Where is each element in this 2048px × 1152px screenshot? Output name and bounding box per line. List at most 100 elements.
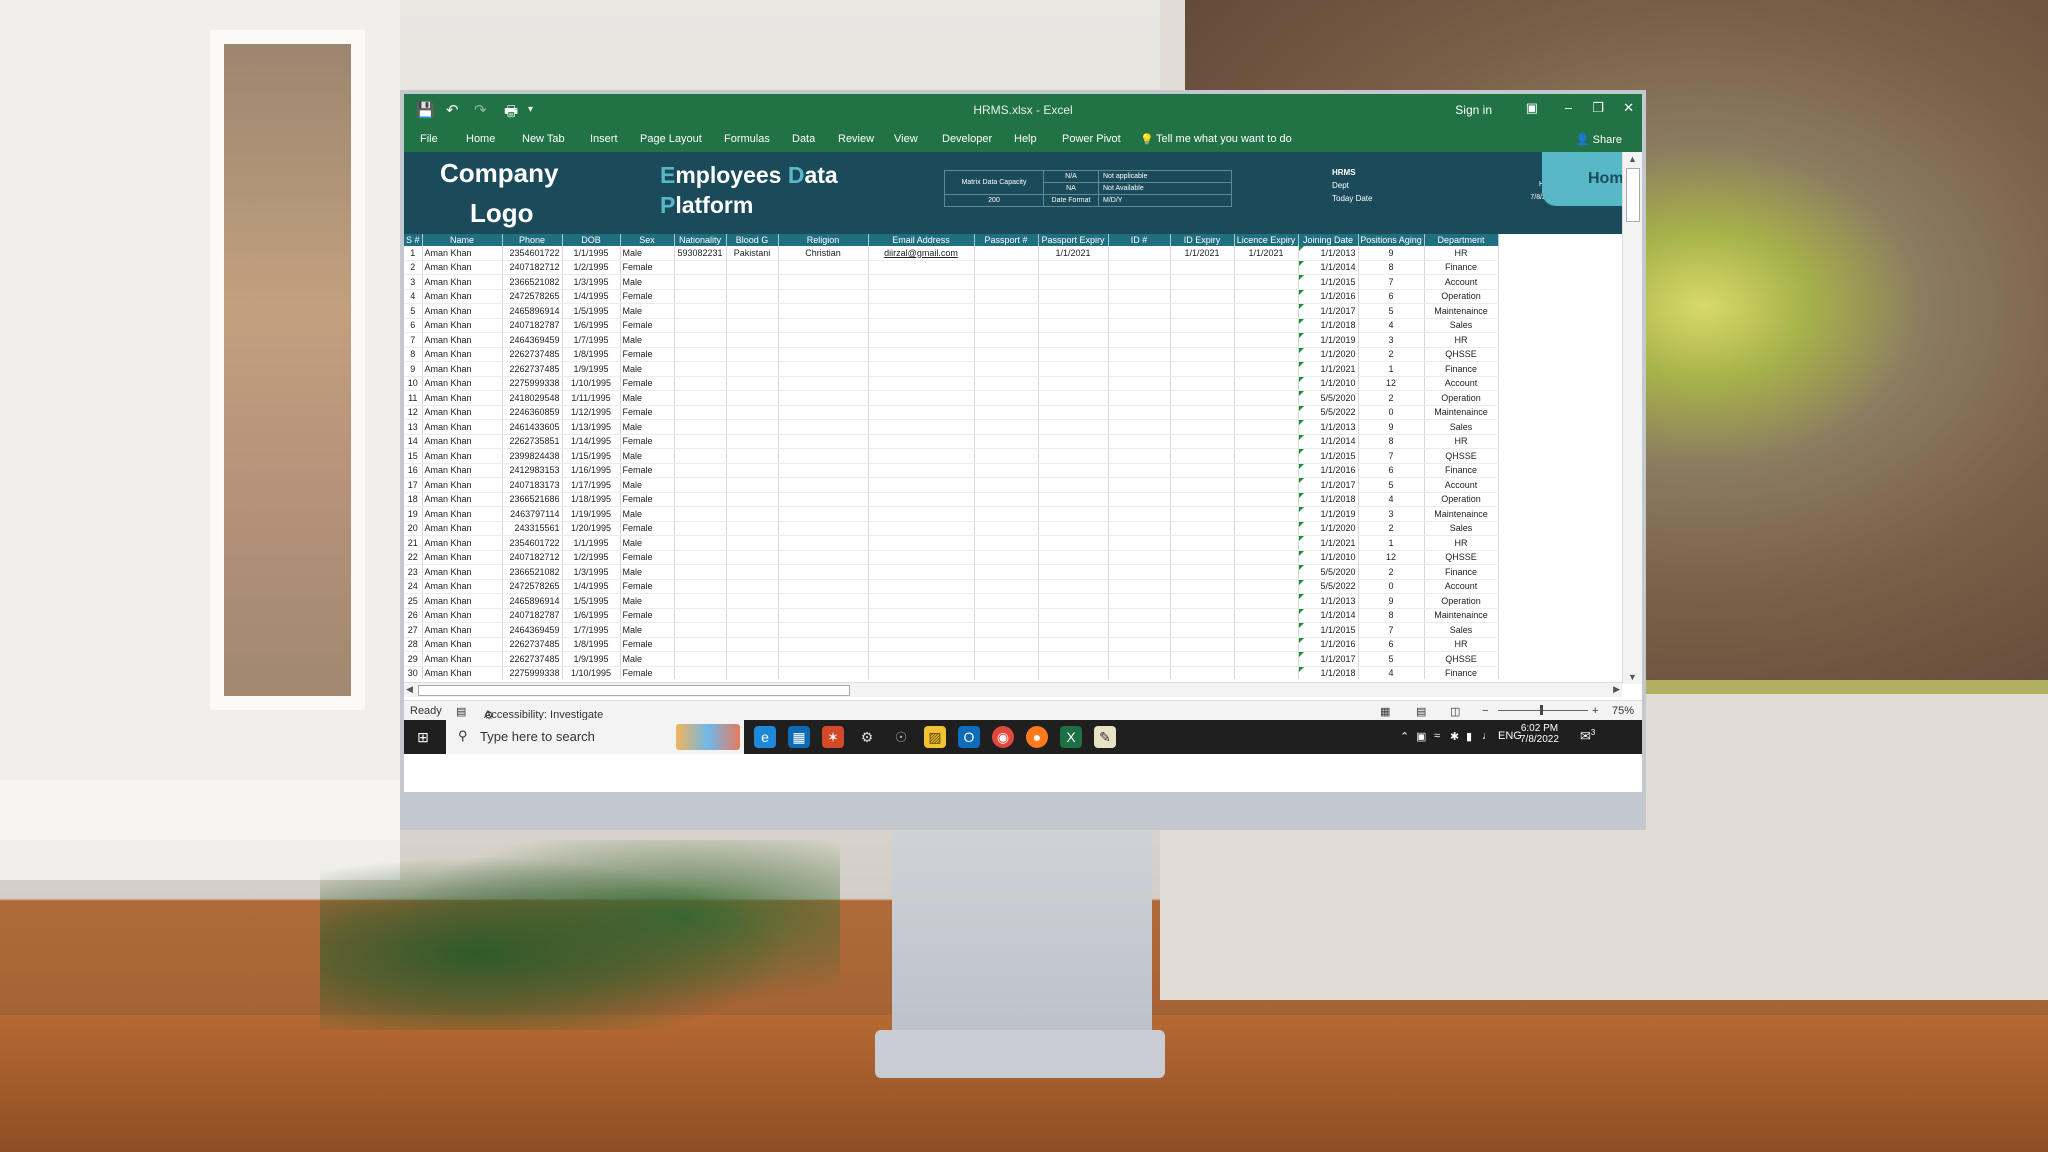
column-header[interactable]: Phone — [502, 234, 563, 246]
tab-view[interactable]: View — [894, 133, 918, 145]
table-cell[interactable]: 1 — [404, 246, 423, 261]
table-cell[interactable]: 1/2/1995 — [562, 550, 621, 565]
table-cell[interactable] — [778, 666, 869, 679]
table-cell[interactable] — [1234, 492, 1299, 507]
table-cell[interactable] — [1108, 332, 1171, 348]
table-cell[interactable] — [1108, 506, 1171, 522]
table-cell[interactable]: 1/1/2014 — [1298, 608, 1359, 623]
table-cell[interactable] — [1170, 303, 1235, 319]
table-cell[interactable]: 25 — [404, 593, 423, 609]
table-cell[interactable]: Aman Khan — [422, 622, 503, 638]
table-cell[interactable] — [778, 521, 869, 536]
table-cell[interactable]: 2262737485 — [502, 651, 563, 667]
table-cell[interactable] — [1038, 564, 1109, 580]
table-cell[interactable]: 12 — [1358, 550, 1425, 565]
table-cell[interactable]: 2366521082 — [502, 274, 563, 290]
table-cell[interactable] — [1108, 246, 1171, 261]
table-cell[interactable]: Maintenaince — [1424, 405, 1499, 420]
table-cell[interactable] — [974, 361, 1039, 377]
column-header[interactable]: ID # — [1108, 234, 1171, 246]
edge-icon[interactable]: e — [754, 726, 776, 748]
table-cell[interactable] — [1038, 419, 1109, 435]
scroll-down-icon[interactable]: ▼ — [1628, 672, 1637, 682]
table-cell[interactable]: 12 — [404, 405, 423, 420]
table-cell[interactable] — [726, 666, 779, 679]
column-header[interactable]: Passport Expiry — [1038, 234, 1109, 246]
table-cell[interactable]: 24 — [404, 579, 423, 594]
table-cell[interactable]: Male — [620, 361, 675, 377]
table-cell[interactable]: 2472578265 — [502, 289, 563, 304]
macro-record-icon[interactable]: ▤ — [456, 705, 466, 718]
table-cell[interactable] — [974, 564, 1039, 580]
table-cell[interactable]: 1/1/2010 — [1298, 376, 1359, 391]
table-cell[interactable] — [726, 274, 779, 290]
table-cell[interactable]: QHSSE — [1424, 347, 1499, 362]
table-cell[interactable]: Sales — [1424, 419, 1499, 435]
table-cell[interactable] — [1038, 289, 1109, 304]
table-cell[interactable]: HR — [1424, 637, 1499, 652]
table-cell[interactable]: 2366521686 — [502, 492, 563, 507]
table-cell[interactable]: 1/20/1995 — [562, 521, 621, 536]
table-cell[interactable]: 1/1/2018 — [1298, 666, 1359, 679]
table-cell[interactable] — [1038, 608, 1109, 623]
table-cell[interactable]: 1/1/2017 — [1298, 477, 1359, 493]
table-cell[interactable]: 1/1/2016 — [1298, 637, 1359, 652]
zoom-slider-handle[interactable] — [1540, 705, 1543, 715]
table-cell[interactable] — [974, 303, 1039, 319]
zoom-in-icon[interactable]: + — [1592, 705, 1598, 717]
table-cell[interactable] — [1038, 332, 1109, 348]
table-cell[interactable]: Account — [1424, 376, 1499, 391]
table-cell[interactable] — [778, 434, 869, 449]
table-cell[interactable] — [1108, 448, 1171, 464]
table-cell[interactable] — [726, 521, 779, 536]
table-cell[interactable] — [1108, 289, 1171, 304]
app-icon-gray[interactable]: ☉ — [890, 726, 912, 748]
table-cell[interactable] — [974, 579, 1039, 594]
table-cell[interactable] — [974, 332, 1039, 348]
table-cell[interactable] — [974, 492, 1039, 507]
notepad-icon[interactable]: ✎ — [1094, 726, 1116, 748]
table-cell[interactable]: Male — [620, 506, 675, 522]
table-cell[interactable] — [778, 405, 869, 420]
table-cell[interactable] — [1170, 390, 1235, 406]
column-header[interactable]: Positions Aging — [1358, 234, 1425, 246]
table-cell[interactable]: 11 — [404, 390, 423, 406]
table-cell[interactable]: 6 — [1358, 289, 1425, 304]
table-cell[interactable]: Female — [620, 666, 675, 679]
table-cell[interactable] — [868, 550, 975, 565]
table-cell[interactable] — [1038, 347, 1109, 362]
table-cell[interactable]: 2262737485 — [502, 347, 563, 362]
table-cell[interactable]: 7 — [1358, 274, 1425, 290]
tab-page-layout[interactable]: Page Layout — [640, 133, 702, 145]
table-cell[interactable]: Male — [620, 564, 675, 580]
zoom-level[interactable]: 75% — [1612, 705, 1634, 717]
table-cell[interactable]: Male — [620, 332, 675, 348]
table-cell[interactable]: Account — [1424, 477, 1499, 493]
table-cell[interactable] — [1108, 535, 1171, 551]
table-cell[interactable] — [726, 492, 779, 507]
table-cell[interactable] — [674, 332, 727, 348]
table-cell[interactable]: 7 — [1358, 622, 1425, 638]
table-cell[interactable] — [868, 347, 975, 362]
column-header[interactable]: Email Address — [868, 234, 975, 246]
table-cell[interactable] — [974, 593, 1039, 609]
table-cell[interactable] — [1234, 666, 1299, 679]
table-cell[interactable] — [726, 376, 779, 391]
table-cell[interactable] — [778, 274, 869, 290]
table-cell[interactable]: 1/1/2021 — [1170, 246, 1235, 261]
table-cell[interactable] — [1234, 390, 1299, 406]
table-cell[interactable] — [1170, 666, 1235, 679]
table-cell[interactable]: Male — [620, 274, 675, 290]
table-cell[interactable] — [1108, 260, 1171, 275]
table-cell[interactable] — [1234, 579, 1299, 594]
tray-chevron-icon[interactable]: ⌃ — [1400, 730, 1409, 743]
ribbon-display-icon[interactable]: ▣ — [1526, 100, 1538, 116]
table-cell[interactable] — [868, 419, 975, 435]
table-cell[interactable]: 15 — [404, 448, 423, 464]
table-cell[interactable] — [1108, 550, 1171, 565]
table-cell[interactable] — [974, 622, 1039, 638]
table-cell[interactable] — [1038, 477, 1109, 493]
table-cell[interactable] — [1234, 448, 1299, 464]
table-cell[interactable]: 1/6/1995 — [562, 608, 621, 623]
table-cell[interactable] — [674, 303, 727, 319]
